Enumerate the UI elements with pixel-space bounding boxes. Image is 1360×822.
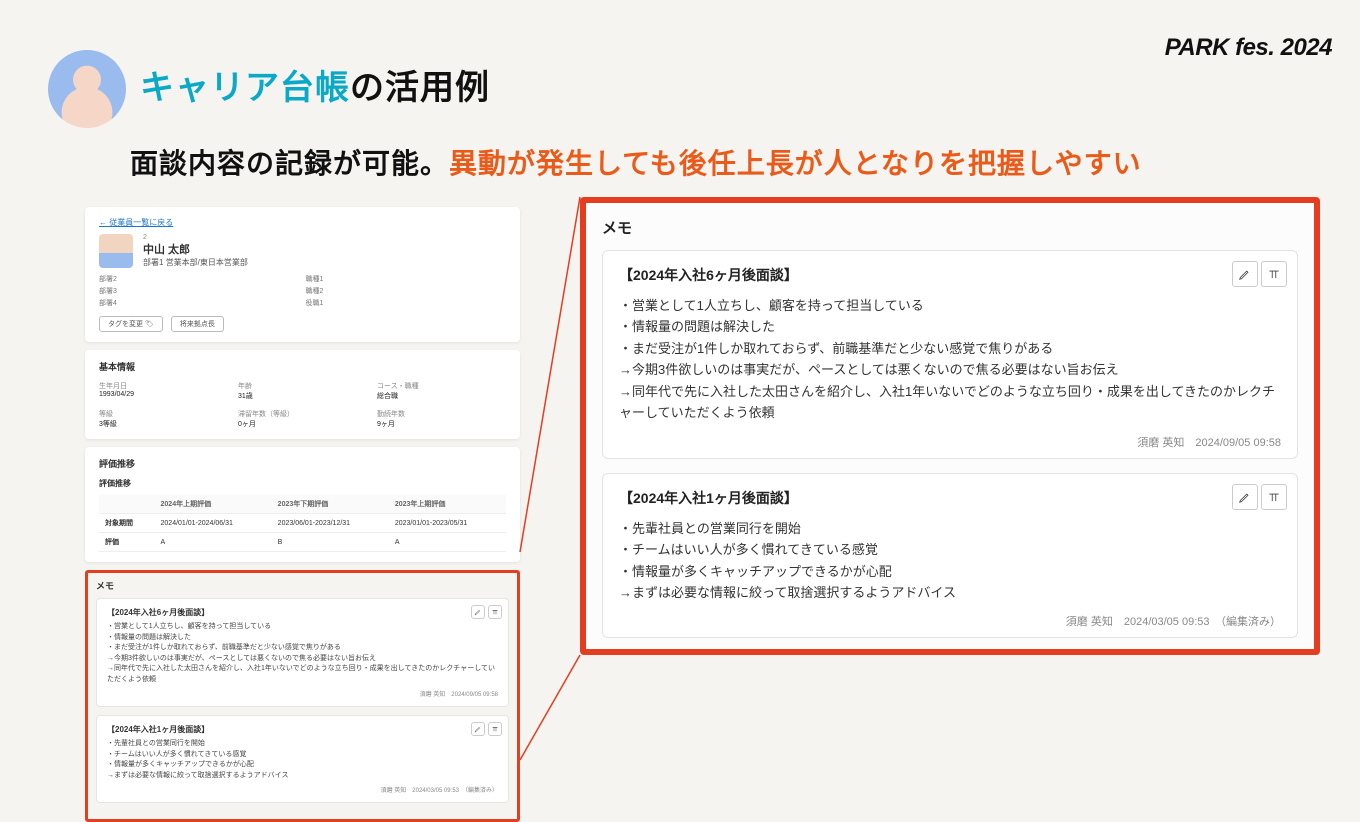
brand-logo: PARK fes. 2024 <box>1165 34 1332 62</box>
edit-icon[interactable] <box>471 722 485 736</box>
edit-icon[interactable] <box>1232 484 1258 510</box>
profile-name: 中山 太郎 <box>143 241 248 257</box>
memo-line: ・先輩社員との営業同行を開始 <box>619 518 1281 539</box>
memo-line: ・まだ受注が1件しか取れておらず、前職基準だと少ない感覚で焦りがある <box>619 338 1281 359</box>
presenter-avatar <box>48 50 126 128</box>
profile-id: 2 <box>143 234 248 241</box>
memo-heading: 【2024年入社1ヶ月後面談】 <box>619 488 1281 508</box>
memo-line: →同年代で先に入社した太田さんを紹介し、入社1年いないでどのような立ち回り・成果… <box>619 381 1281 424</box>
memo-title-mini: メモ <box>96 579 509 592</box>
profile-dept: 部署1 営業本部/東日本営業部 <box>143 257 248 268</box>
delete-icon[interactable] <box>488 605 502 619</box>
memo-heading: 【2024年入社1ヶ月後面談】 <box>107 724 498 735</box>
memo-signature: 須磨 英知 2024/09/05 09:58 <box>107 689 498 698</box>
evaluation-table: 2024年上期評価 2023年下期評価 2023年上期評価 対象期間 2024/… <box>99 495 506 552</box>
memo-heading: 【2024年入社6ヶ月後面談】 <box>107 607 498 618</box>
subtitle: 面談内容の記録が可能。異動が発生しても後任上長が人となりを把握しやすい <box>130 142 1142 182</box>
profile-avatar <box>99 234 133 268</box>
memo-signature: 須磨 英知 2024/03/05 09:53 （編集済み） <box>619 613 1281 629</box>
memo-heading: 【2024年入社6ヶ月後面談】 <box>619 265 1281 285</box>
tag-row: タグを変更 🏷 将来拠点長 <box>99 316 506 332</box>
table-row: 対象期間 2024/01/01-2024/06/31 2023/06/01-20… <box>99 514 506 533</box>
memo-line: ・チームはいい人が多く慣れてきている感覚 <box>619 539 1281 560</box>
title-rest: の活用例 <box>350 69 490 107</box>
edit-tags-button[interactable]: タグを変更 🏷 <box>99 316 163 332</box>
mini-app-screenshot: ← 従業員一覧に戻る 2 中山 太郎 部署1 営業本部/東日本営業部 部署2職種… <box>85 207 520 822</box>
title-highlight: キャリア台帳 <box>140 69 350 107</box>
delete-icon[interactable] <box>1261 261 1287 287</box>
memo-detail-panel: メモ 【2024年入社6ヶ月後面談】 ・営業として1人立ちし、顧客を持って担当し… <box>580 197 1320 655</box>
profile-card: ← 従業員一覧に戻る 2 中山 太郎 部署1 営業本部/東日本営業部 部署2職種… <box>85 207 520 342</box>
memo-line: ・情報量が多くキャッチアップできるかが心配 <box>619 561 1281 582</box>
mini-memo-highlight: メモ 【2024年入社6ヶ月後面談】 ・営業として1人立ちし、顧客を持って担当し… <box>85 570 520 822</box>
edit-icon[interactable] <box>1232 261 1258 287</box>
table-row: 評価 A B A <box>99 533 506 552</box>
subtitle-black: 面談内容の記録が可能。 <box>130 148 449 179</box>
memo-signature: 須磨 英知 2024/09/05 09:58 <box>619 434 1281 450</box>
evaluation-card: 評価推移 評価推移 2024年上期評価 2023年下期評価 2023年上期評価 … <box>85 447 520 562</box>
memo-title: メモ <box>602 217 1298 238</box>
memo-line: →今期3件欲しいのは事実だが、ペースとしては悪くないので焦る必要はない旨お伝え <box>619 359 1281 380</box>
eval-head: 評価推移 <box>99 457 506 470</box>
eval-subhead: 評価推移 <box>99 478 506 489</box>
memo-signature: 須磨 英知 2024/03/05 09:53 （編集済み） <box>107 785 498 794</box>
basic-info-head: 基本情報 <box>99 360 506 373</box>
delete-icon[interactable] <box>488 722 502 736</box>
back-link[interactable]: ← 従業員一覧に戻る <box>99 217 506 228</box>
memo-card: 【2024年入社1ヶ月後面談】 ・先輩社員との営業同行を開始 ・チームはいい人が… <box>602 473 1298 639</box>
memo-line: ・営業として1人立ちし、顧客を持って担当している <box>619 295 1281 316</box>
memo-card: 【2024年入社6ヶ月後面談】 ・営業として1人立ちし、顧客を持って担当している… <box>602 250 1298 459</box>
memo-line: →まずは必要な情報に絞って取捨選択するようアドバイス <box>619 582 1281 603</box>
page-title: キャリア台帳の活用例 <box>140 60 490 109</box>
tag-chip[interactable]: 将来拠点長 <box>171 316 224 332</box>
edit-icon[interactable] <box>471 605 485 619</box>
memo-card-mini: 【2024年入社1ヶ月後面談】 ・先輩社員との営業同行を開始 ・チームはいい人が… <box>96 715 509 803</box>
delete-icon[interactable] <box>1261 484 1287 510</box>
memo-line: ・情報量の問題は解決した <box>619 316 1281 337</box>
subtitle-orange: 異動が発生しても後任上長が人となりを把握しやすい <box>449 148 1142 179</box>
basic-info-card: 基本情報 生年月日1993/04/29 年齢31歳 コース・職種総合職 等級3等… <box>85 350 520 439</box>
memo-card-mini: 【2024年入社6ヶ月後面談】 ・営業として1人立ちし、顧客を持って担当している… <box>96 598 509 707</box>
profile-extra-grid: 部署2職種1 部署3職種2 部署4役職1 <box>99 274 506 308</box>
